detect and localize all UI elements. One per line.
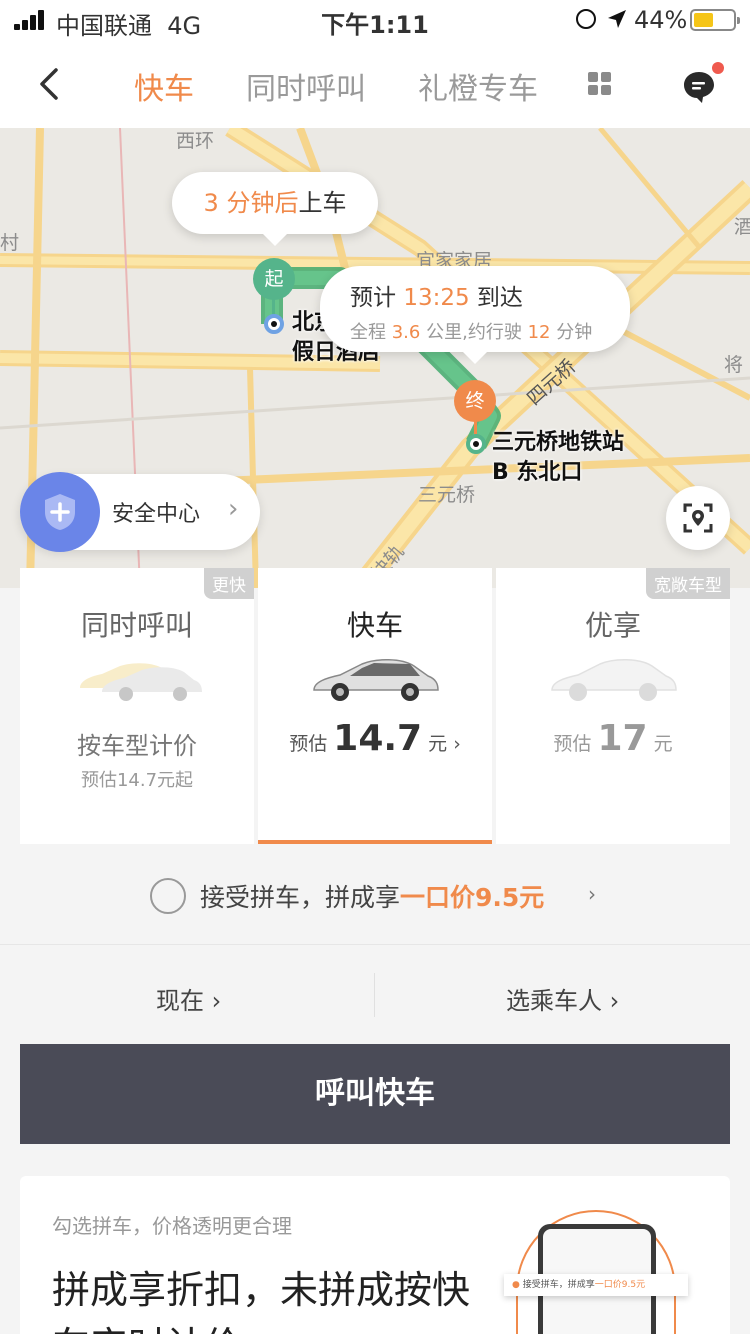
phone-illustration [516,1210,676,1334]
chevron-right-icon: › [228,494,239,524]
more-services-icon[interactable] [588,72,612,96]
map-label-xihuan: 西环 [176,130,215,152]
price-estimate: 预估 14.7 元 › [289,718,461,759]
safety-center-button[interactable]: 安全中心 › [20,472,260,552]
back-icon[interactable] [34,64,64,104]
battery-percent: 44% [634,6,688,34]
tab-premier[interactable]: 礼橙专车 [418,64,538,108]
carpool-promo-card[interactable]: 勾选拼车，价格透明更合理 拼成享折扣，未拼成按快车实时计价 ● 接受拼车，拼成享… [20,1176,730,1334]
notification-dot [712,62,724,74]
start-pin: 起 [253,258,295,300]
spacious-tag: 宽敞车型 [646,568,730,599]
shield-icon [20,472,100,552]
start-location-dot [264,314,284,334]
promo-subtitle: 勾选拼车，价格透明更合理 [52,1214,292,1238]
car-icon [551,659,677,701]
carpool-option[interactable]: 接受拼车，拼成享一口价9.5元 › [0,844,750,944]
location-arrow-icon [608,10,626,28]
car-option-comfort[interactable]: 宽敞车型 优享 预估 17 元 [496,568,730,844]
top-nav: 快车 同时呼叫 礼橙专车 [0,40,750,128]
rotation-lock-icon [576,9,596,29]
car-option-name: 同时呼叫 [80,609,193,642]
map-label-sanyuanqiao: 三元桥 [418,484,476,506]
faster-tag: 更快 [204,568,254,599]
route-map[interactable]: 西环 宜家家居 三元桥 四元桥 酒 将 快轨 村 3 分钟后上车 起 北京 假日酒… [0,128,750,588]
departure-time-selector[interactable]: 现在 › [156,981,221,1016]
route-eta-bubble: 预计 13:25 到达 全程 3.6 公里,约行驶 12 分钟 [320,266,630,364]
locate-me-button[interactable] [666,486,730,550]
safety-center-label: 安全中心 [112,502,201,527]
map-label-jiang: 将 [724,354,744,376]
car-option-name: 快车 [346,609,403,642]
tab-express[interactable]: 快车 [134,64,194,108]
end-place-name: 三元桥地铁站 B 东北口 [492,430,625,485]
car-option-simultaneous[interactable]: 更快 同时呼叫 按车型计价 预估14.7元起 [20,568,254,844]
map-label-jiu: 酒 [734,216,750,238]
status-bar: 中国联通 4G 下午1:11 44% [0,0,750,40]
pickup-eta-bubble: 3 分钟后上车 [172,172,378,246]
promo-title: 拼成享折扣，未拼成按快车实时计价 [52,1268,471,1334]
tab-simultaneous-call[interactable]: 同时呼叫 [246,64,366,108]
carpool-label: 接受拼车，拼成享一口价9.5元 [200,883,545,912]
message-icon[interactable] [682,70,716,104]
call-express-button[interactable]: 呼叫快车 [20,1044,730,1144]
chevron-right-icon: › [588,882,596,906]
estimate-from: 预估14.7元起 [80,770,194,791]
trip-options: 现在 › 选乘车人 › [0,944,750,1044]
car-icon [313,659,439,701]
battery-icon [690,9,740,31]
car-option-name: 优享 [584,609,641,642]
pricing-by-car-type: 按车型计价 [77,732,197,760]
passenger-selector[interactable]: 选乘车人 › [506,981,619,1016]
price-estimate: 预估 17 元 [553,718,673,759]
locate-icon [683,503,713,533]
car-option-express[interactable]: 快车 预估 14.7 元 › [258,568,492,844]
car-type-selector: 更快 同时呼叫 按车型计价 预估14.7元起 快车 预估 14.7 元 › 宽敞… [0,568,750,844]
carpool-checkbox[interactable] [150,878,186,914]
end-pin: 终 [454,380,496,422]
car-pair-icon [80,663,202,701]
divider [374,973,375,1017]
end-location-dot [466,434,486,454]
map-label-cun: 村 [0,232,20,254]
illustration-strip: ● 接受拼车，拼成享一口价9.5元 [504,1274,688,1296]
